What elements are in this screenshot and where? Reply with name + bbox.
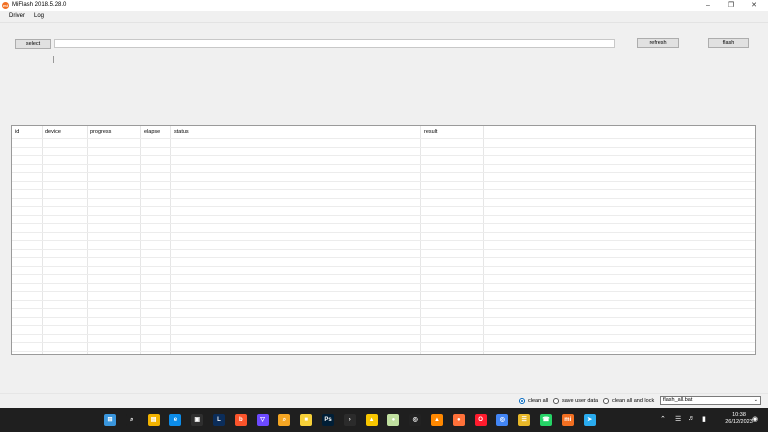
- battery-icon[interactable]: ▮: [702, 415, 706, 423]
- wifi-icon[interactable]: ☰: [675, 415, 681, 423]
- table-row-line: [12, 299, 755, 301]
- restore-icon[interactable]: ❐: [720, 0, 742, 11]
- table-row-line: [12, 265, 755, 267]
- steam-icon[interactable]: ◎: [409, 414, 422, 426]
- search-icon[interactable]: ⌕: [125, 414, 138, 426]
- layers-icon[interactable]: ☰: [518, 414, 531, 426]
- table-row-line: [12, 155, 755, 156]
- terminal-icon[interactable]: ›: [343, 414, 356, 426]
- photoshop-icon[interactable]: Ps: [322, 414, 334, 426]
- menu-driver[interactable]: Driver: [9, 13, 25, 19]
- table-row-line: [12, 350, 755, 352]
- column-header-elapse[interactable]: elapse: [144, 129, 160, 135]
- tray-overflow-icon[interactable]: ⌃: [660, 415, 666, 423]
- windows-start-icon[interactable]: ⊞: [104, 414, 116, 426]
- brave-icon[interactable]: b: [234, 414, 247, 426]
- radio-clean-all-and-lock[interactable]: [603, 398, 609, 404]
- notification-icon[interactable]: ◉: [752, 415, 758, 423]
- clock-time: 10:38: [732, 412, 746, 418]
- column-header-status[interactable]: status: [174, 129, 189, 135]
- table-row-line: [12, 248, 755, 250]
- table-row-line: [12, 342, 755, 343]
- chevron-down-icon: ⌄: [753, 397, 758, 403]
- title-bar: mi MiFlash 2018.5.28.0 – ❐ ✕: [0, 0, 768, 11]
- column-header-result[interactable]: result: [424, 129, 437, 135]
- refresh-button[interactable]: refresh: [637, 38, 679, 48]
- menu-log[interactable]: Log: [34, 13, 44, 19]
- file-explorer-icon[interactable]: ▤: [147, 414, 160, 426]
- firefox-icon[interactable]: ●: [452, 414, 465, 426]
- vlc-icon[interactable]: ▲: [431, 414, 443, 426]
- sphere-icon[interactable]: ●: [387, 414, 400, 426]
- clock-date: 26/12/2023: [725, 419, 753, 425]
- table-row-line: [12, 206, 755, 207]
- table-row-line: [12, 308, 755, 309]
- lightroom-icon[interactable]: L: [213, 414, 225, 426]
- telegram-icon[interactable]: ➤: [583, 414, 596, 426]
- flash-script-select[interactable]: flash_all.bat ⌄: [660, 396, 761, 405]
- norton-icon[interactable]: ▲: [365, 414, 378, 426]
- radio-clean-all-label[interactable]: clean all: [528, 398, 548, 404]
- taskbar: ⊞ ⌕ ▤ e ▣ Lb ▽ ⌕ ■ Ps › ▲ ● ◎ ▲ ● O ◎ ☰ ☎ mi ➤ ⌃ ☰ ♬ ▮ 10:38 …: [0, 408, 768, 432]
- status-bar: clean all save user data clean all and l…: [0, 393, 768, 408]
- device-table[interactable]: id device progress elapse status result: [11, 125, 756, 355]
- whatsapp-icon[interactable]: ☎: [540, 414, 552, 426]
- minimize-icon[interactable]: –: [697, 0, 719, 11]
- table-row-line: [12, 138, 755, 139]
- table-row-line: [12, 333, 755, 335]
- table-row-line: [12, 316, 755, 318]
- opera-icon[interactable]: O: [474, 414, 487, 426]
- column-header-id[interactable]: id: [15, 129, 19, 135]
- table-row-line: [12, 240, 755, 241]
- chrome-icon[interactable]: ◎: [496, 414, 509, 426]
- mi-icon[interactable]: mi: [561, 414, 574, 426]
- table-row-line: [12, 274, 755, 275]
- table-row-line: [12, 291, 755, 292]
- column-header-progress[interactable]: progress: [90, 129, 111, 135]
- sticky-notes-icon[interactable]: ■: [300, 414, 313, 426]
- radio-save-user-data[interactable]: [553, 398, 559, 404]
- table-row-line: [12, 282, 755, 284]
- column-header-device[interactable]: device: [45, 129, 61, 135]
- rom-path-input[interactable]: [54, 39, 615, 48]
- window-title: MiFlash 2018.5.28.0: [12, 2, 67, 8]
- table-row-line: [12, 257, 755, 258]
- table-row-line: [12, 180, 755, 182]
- flash-button[interactable]: flash: [708, 38, 749, 48]
- close-icon[interactable]: ✕: [743, 0, 765, 11]
- radio-save-user-data-label[interactable]: save user data: [562, 398, 598, 404]
- table-row-line: [12, 325, 755, 326]
- radio-clean-all-and-lock-label[interactable]: clean all and lock: [612, 398, 654, 404]
- mi-logo-icon: mi: [2, 2, 9, 9]
- text-caret: [53, 56, 54, 63]
- table-row-line: [12, 214, 755, 216]
- table-row-line: [12, 163, 755, 165]
- table-row-line: [12, 189, 755, 190]
- flash-script-value: flash_all.bat: [663, 397, 693, 403]
- taskbar-clock[interactable]: 10:38 26/12/2023: [722, 412, 756, 426]
- edge-icon[interactable]: e: [169, 414, 182, 426]
- volume-icon[interactable]: ♬: [688, 415, 695, 422]
- table-row-line: [12, 197, 755, 199]
- select-button[interactable]: select: [15, 39, 51, 49]
- store-icon[interactable]: ▣: [191, 414, 204, 426]
- menu-bar: Driver Log: [0, 11, 768, 23]
- table-row-line: [12, 231, 755, 233]
- table-row-line: [12, 223, 755, 224]
- magnifier-icon[interactable]: ⌕: [278, 414, 291, 426]
- proton-vpn-icon[interactable]: ▽: [256, 414, 269, 426]
- table-row-line: [12, 172, 755, 173]
- radio-clean-all[interactable]: [519, 398, 525, 404]
- table-row-line: [12, 146, 755, 148]
